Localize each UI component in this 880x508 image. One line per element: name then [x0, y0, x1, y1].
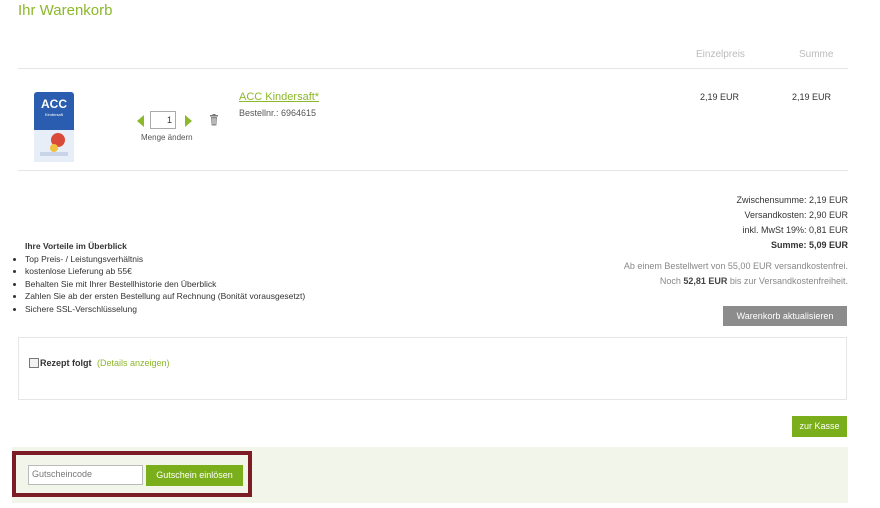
- vat: inkl. MwSt 19%: 0,81 EUR: [742, 225, 848, 235]
- product-image-sub: Kindersaft: [45, 112, 64, 117]
- cart-totals: Zwischensumme: 2,19 EUR Versandkosten: 2…: [736, 193, 848, 253]
- divider: [18, 68, 848, 69]
- free-shipping-note: Ab einem Bestellwert von 55,00 EUR versa…: [623, 261, 848, 271]
- item-unit-price: 2,19 EUR: [700, 92, 740, 102]
- list-item: Sichere SSL-Verschlüsselung: [25, 303, 305, 315]
- coupon-code-input[interactable]: Gutscheincode: [28, 465, 143, 485]
- subtotal: Zwischensumme: 2,19 EUR: [736, 195, 848, 205]
- total-sum: Summe: 5,09 EUR: [770, 240, 848, 250]
- column-header-unit-price: Einzelpreis: [696, 49, 745, 60]
- redeem-coupon-button[interactable]: Gutschein einlösen: [146, 465, 243, 486]
- increase-quantity-icon[interactable]: [185, 115, 192, 127]
- column-header-total: Summe: [799, 49, 834, 60]
- shipping-cost: Versandkosten: 2,90 EUR: [744, 210, 848, 220]
- list-item: Behalten Sie mit Ihrer Bestellhistorie d…: [25, 278, 305, 290]
- list-item: kostenlose Lieferung ab 55€: [25, 265, 305, 277]
- checkout-button[interactable]: zur Kasse: [792, 416, 847, 437]
- advantages-list: Top Preis- / Leistungsverhältnis kostenl…: [12, 253, 305, 315]
- quantity-field[interactable]: 1: [150, 111, 176, 129]
- decrease-quantity-icon[interactable]: [137, 115, 144, 127]
- item-total-price: 2,19 EUR: [792, 92, 832, 102]
- prescription-checkbox[interactable]: [29, 358, 39, 368]
- advantages-title: Ihre Vorteile im Überblick: [25, 241, 127, 251]
- list-item: Zahlen Sie ab der ersten Bestellung auf …: [25, 290, 305, 302]
- update-cart-button[interactable]: Warenkorb aktualisieren: [723, 306, 847, 326]
- remaining-suffix: bis zur Versandkostenfreiheit.: [729, 276, 848, 286]
- page-title: Ihr Warenkorb: [18, 2, 113, 19]
- product-name-link[interactable]: ACC Kindersaft*: [239, 91, 319, 103]
- prescription-details-link[interactable]: (Details anzeigen): [97, 358, 170, 368]
- divider: [18, 170, 848, 171]
- trash-icon[interactable]: [209, 114, 219, 126]
- quantity-label: Menge ändern: [141, 133, 193, 142]
- product-order-number: Bestellnr.: 6964615: [239, 108, 317, 118]
- product-image-brand: ACC: [41, 97, 67, 111]
- prescription-box: [18, 337, 847, 400]
- shipping-info: Ab einem Bestellwert von 55,00 EUR versa…: [624, 259, 848, 289]
- prescription-label: Rezept folgt: [40, 358, 92, 368]
- remaining-prefix: Noch: [659, 276, 681, 286]
- remaining-amount: 52,81 EUR: [683, 276, 728, 286]
- list-item: Top Preis- / Leistungsverhältnis: [25, 253, 305, 265]
- product-image[interactable]: ACC Kindersaft: [30, 90, 78, 164]
